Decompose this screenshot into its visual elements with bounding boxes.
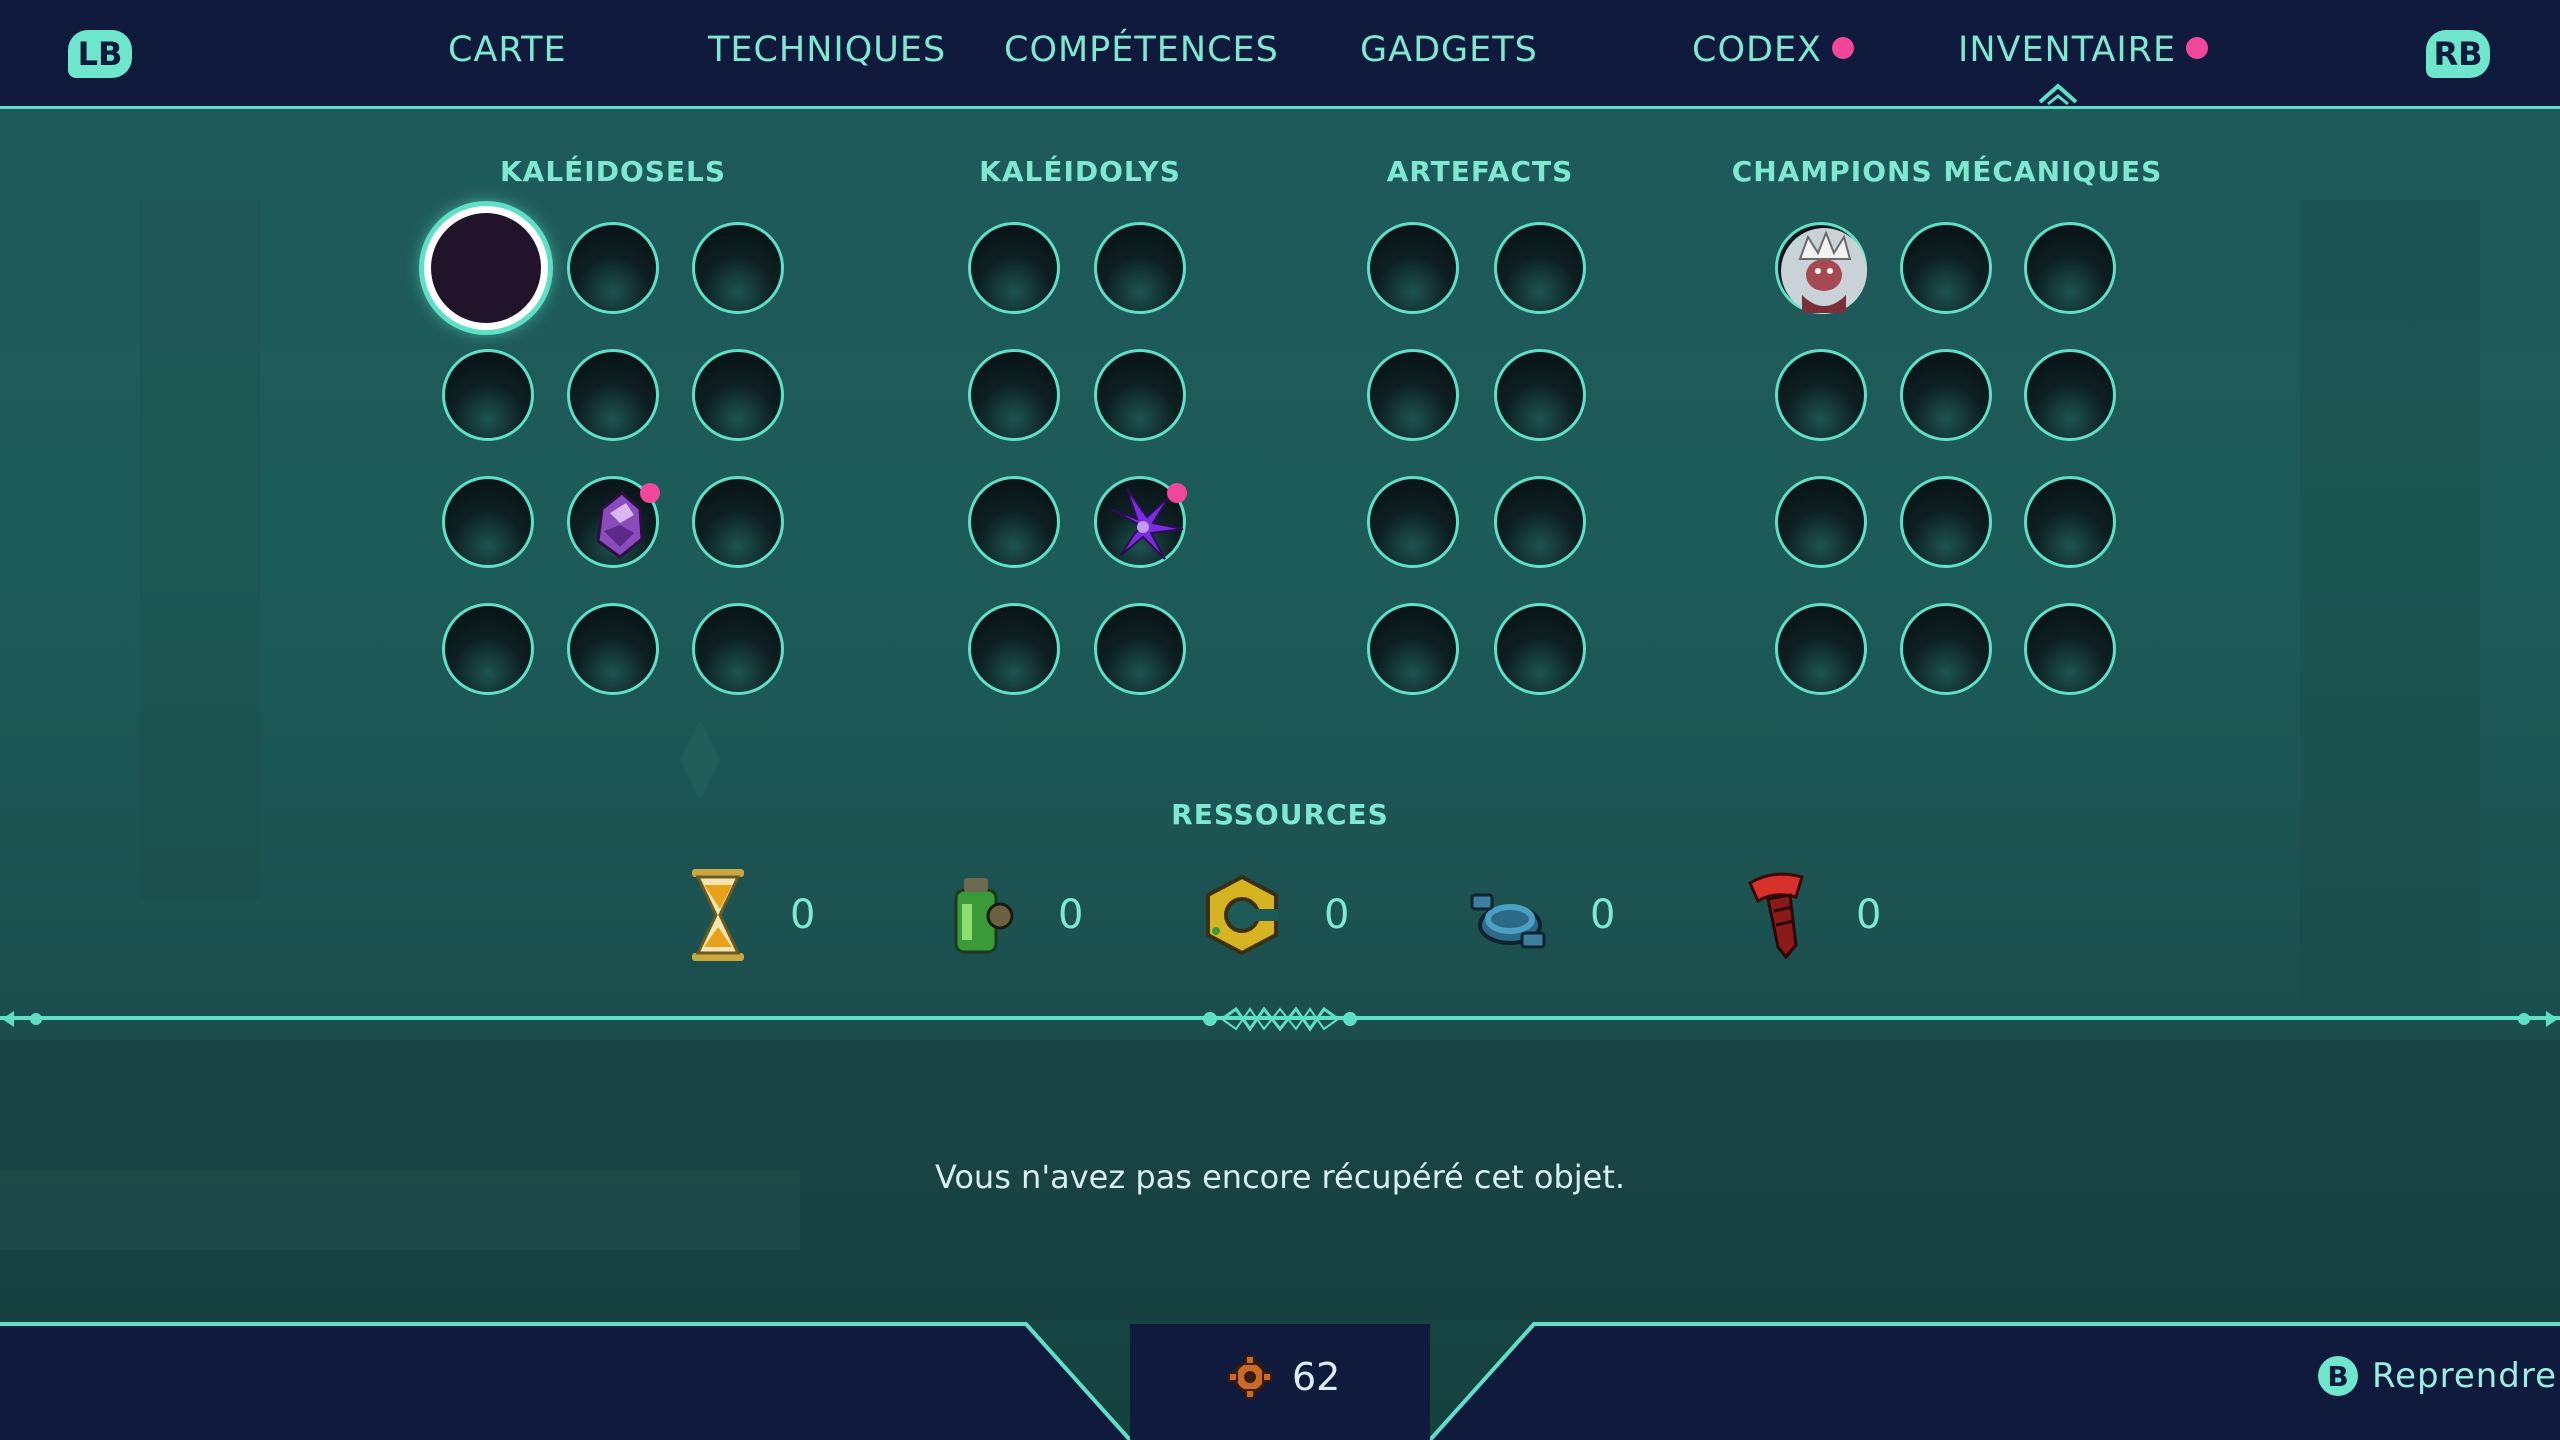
inventory-slot[interactable] [1775, 349, 1867, 441]
golden-nut-icon [1206, 874, 1278, 956]
game-background [0, 200, 2560, 1320]
inventory-slot[interactable] [1494, 603, 1586, 695]
resource-count: 0 [1324, 892, 1350, 938]
tab-inventaire[interactable]: INVENTAIRE [1958, 30, 2209, 70]
inventory-slot[interactable] [1900, 222, 1992, 314]
hourglass-icon [692, 869, 744, 961]
inventory-slot[interactable] [442, 476, 534, 568]
mechanical-champion-portrait-icon [1781, 228, 1867, 314]
section-title-champions: CHAMPIONS MÉCANIQUES [1731, 155, 2163, 188]
inventory-slot[interactable] [1094, 603, 1186, 695]
divider-ornament [2, 1006, 2558, 1032]
inventory-slot[interactable] [968, 222, 1060, 314]
resource-canister: 0 [946, 865, 1083, 965]
inventory-slot[interactable] [1094, 222, 1186, 314]
inventory-slot[interactable] [1367, 222, 1459, 314]
resource-count: 0 [1590, 892, 1616, 938]
inventory-slot[interactable] [567, 222, 659, 314]
inventory-slot[interactable] [1367, 603, 1459, 695]
red-drill-icon [1748, 872, 1804, 960]
tab-codex[interactable]: CODEX [1692, 30, 1855, 70]
b-button-icon: B [2318, 1356, 2358, 1396]
section-title-kaleidosels: KALÉIDOSELS [499, 155, 727, 188]
inventory-slot[interactable] [442, 349, 534, 441]
resource-hourglass: 0 [686, 865, 815, 965]
notification-dot [640, 483, 660, 503]
inventory-slot-selected[interactable] [424, 206, 548, 330]
inventory-slot[interactable] [2024, 603, 2116, 695]
inventory-slot[interactable] [1367, 349, 1459, 441]
notification-dot [1832, 37, 1855, 59]
inventory-slot[interactable] [442, 603, 534, 695]
inventory-slot[interactable] [1775, 603, 1867, 695]
inventory-slot[interactable] [692, 476, 784, 568]
inventory-slot[interactable] [567, 603, 659, 695]
inventory-slot[interactable] [692, 603, 784, 695]
rb-bumper-button[interactable]: RB [2426, 30, 2490, 78]
resources-title: RESSOURCES [1171, 798, 1389, 831]
section-title-artefacts: ARTEFACTS [1386, 155, 1574, 188]
inventory-slot[interactable] [1900, 349, 1992, 441]
inventory-slot[interactable] [1900, 476, 1992, 568]
inventory-slot[interactable] [2024, 349, 2116, 441]
resource-cable: 0 [1466, 865, 1615, 965]
top-nav-bar: LB CARTE TECHNIQUES COMPÉTENCES GADGETS … [0, 0, 2560, 109]
tab-competences[interactable]: COMPÉTENCES [1004, 30, 1279, 70]
inventory-slot[interactable] [1900, 603, 1992, 695]
inventory-slot[interactable] [1094, 349, 1186, 441]
currency-value: 62 [1292, 1355, 1341, 1399]
inventory-slot[interactable] [968, 476, 1060, 568]
resource-drill: 0 [1744, 865, 1881, 965]
notification-dot [2186, 37, 2209, 59]
inventory-slot[interactable] [1775, 476, 1867, 568]
resource-count: 0 [790, 892, 816, 938]
inventory-slot[interactable] [1494, 476, 1586, 568]
section-title-kaleidolys: KALÉIDOLYS [979, 155, 1181, 188]
green-canister-icon [954, 878, 1014, 954]
resource-count: 0 [1856, 892, 1882, 938]
resume-button[interactable]: B Reprendre [2318, 1356, 2557, 1396]
inventory-slot-filled[interactable] [1094, 476, 1187, 568]
tab-techniques[interactable]: TECHNIQUES [708, 30, 946, 70]
inventory-slot[interactable] [2024, 222, 2116, 314]
inventory-slot[interactable] [567, 349, 659, 441]
inventory-slot[interactable] [692, 222, 784, 314]
inventory-slot[interactable] [1494, 222, 1586, 314]
item-description: Vous n'avez pas encore récupéré cet obje… [934, 1158, 1626, 1196]
currency-display: 62 [1228, 1355, 1340, 1399]
notification-dot [1167, 483, 1187, 503]
blue-cable-icon [1470, 893, 1546, 949]
inventory-slot[interactable] [968, 603, 1060, 695]
resource-nut: 0 [1200, 865, 1349, 965]
active-tab-caret-icon [2038, 83, 2078, 106]
inventory-slot[interactable] [2024, 476, 2116, 568]
inventory-slot[interactable] [1494, 349, 1586, 441]
tab-carte[interactable]: CARTE [448, 30, 567, 70]
inventory-slot[interactable] [692, 349, 784, 441]
inventory-slot[interactable] [968, 349, 1060, 441]
tab-gadgets[interactable]: GADGETS [1360, 30, 1538, 70]
lb-bumper-button[interactable]: LB [68, 30, 132, 78]
inventory-slot[interactable] [1367, 476, 1459, 568]
cog-currency-icon [1228, 1355, 1272, 1399]
inventory-slot-filled[interactable] [567, 476, 660, 568]
inventory-slot-filled[interactable] [1775, 222, 1867, 314]
resume-label: Reprendre [2372, 1356, 2558, 1396]
resource-count: 0 [1058, 892, 1084, 938]
